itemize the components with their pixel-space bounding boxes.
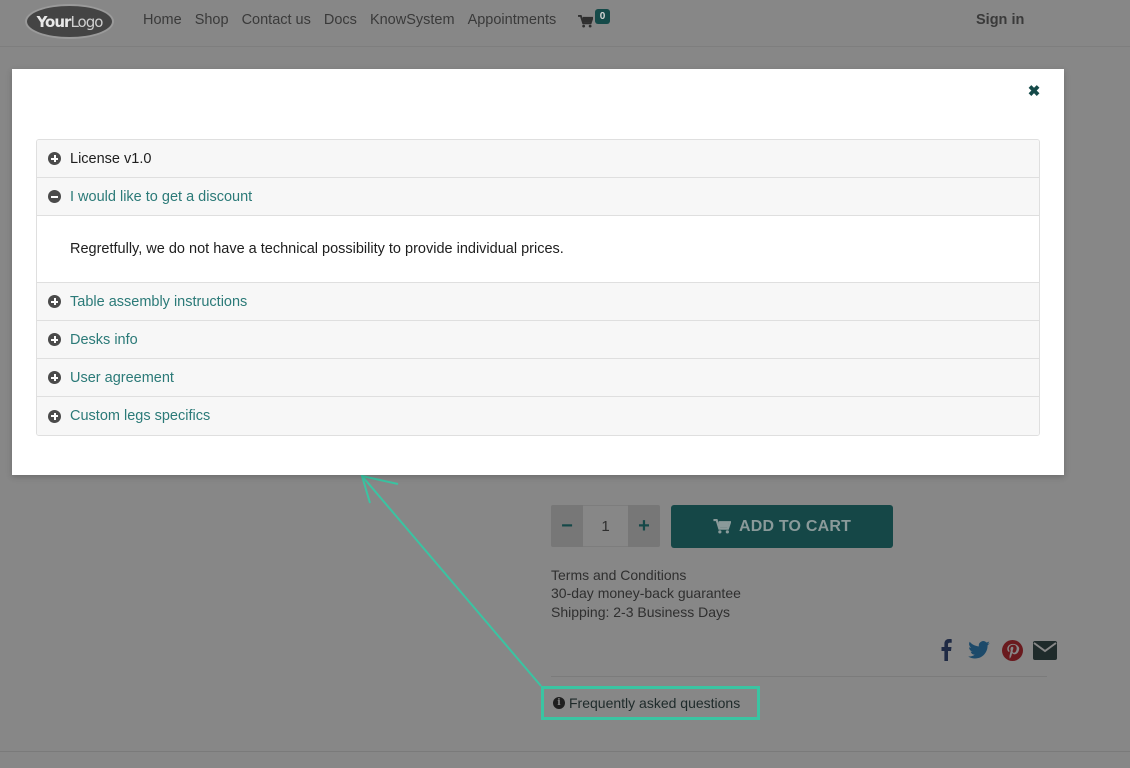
- accordion-item-title: Table assembly instructions: [70, 293, 248, 310]
- minus-circle-icon: [48, 190, 61, 203]
- accordion-item-title: Desks info: [70, 331, 138, 348]
- accordion-body-text: Regretfully, we do not have a technical …: [70, 241, 564, 257]
- cart-count-badge: 0: [595, 9, 610, 24]
- plus-icon: +: [638, 514, 650, 537]
- facebook-icon[interactable]: [934, 638, 958, 662]
- plus-circle-icon: [48, 409, 61, 423]
- nav-link-contact[interactable]: Contact us: [242, 12, 311, 28]
- close-icon[interactable]: ✖: [1024, 81, 1044, 101]
- faq-modal: ✖ License v1.0 I would like to get a dis…: [12, 69, 1064, 475]
- add-to-cart-label: ADD TO CART: [738, 517, 852, 535]
- nav-link-shop[interactable]: Shop: [195, 12, 229, 28]
- terms-link[interactable]: Terms and Conditions: [551, 566, 741, 584]
- shopping-cart-icon: [578, 15, 593, 28]
- accordion-item-title: License v1.0: [70, 150, 152, 167]
- info-icon: i: [553, 697, 565, 709]
- logo[interactable]: Your Logo: [25, 4, 114, 39]
- accordion-item-user-agreement[interactable]: User agreement: [37, 359, 1039, 397]
- twitter-icon[interactable]: [967, 638, 991, 662]
- nav-links: Home Shop Contact us Docs KnowSystem App…: [143, 12, 569, 28]
- nav-link-knowsystem[interactable]: KnowSystem: [370, 12, 455, 28]
- increase-quantity-button[interactable]: +: [628, 505, 660, 547]
- shopping-cart-icon: [713, 519, 731, 534]
- accordion-item-discount[interactable]: I would like to get a discount: [37, 178, 1039, 216]
- add-to-cart-button[interactable]: ADD TO CART: [671, 505, 893, 548]
- navbar: Your Logo Home Shop Contact us Docs KnowS…: [0, 0, 1130, 47]
- accordion-item-title: Custom legs specifics: [70, 408, 211, 424]
- faq-link[interactable]: i Frequently asked questions: [541, 686, 760, 720]
- pinterest-icon[interactable]: [1000, 638, 1024, 662]
- nav-link-home[interactable]: Home: [143, 12, 182, 28]
- minus-icon: −: [561, 514, 573, 537]
- accordion-item-title: I would like to get a discount: [70, 188, 253, 205]
- logo-text: Logo: [70, 12, 103, 31]
- plus-circle-icon: [48, 371, 61, 384]
- faq-accordion: License v1.0 I would like to get a disco…: [36, 139, 1040, 436]
- accordion-item-assembly[interactable]: Table assembly instructions: [37, 283, 1039, 321]
- nav-cart[interactable]: 0: [578, 9, 612, 34]
- sign-in-link[interactable]: Sign in: [976, 12, 1024, 28]
- quantity-input[interactable]: 1: [583, 505, 628, 547]
- accordion-item-custom-legs[interactable]: Custom legs specifics: [37, 397, 1039, 435]
- quantity-stepper: − 1 +: [551, 505, 660, 547]
- plus-circle-icon: [48, 333, 61, 346]
- nav-link-appointments[interactable]: Appointments: [468, 12, 557, 28]
- accordion-item-desks-info[interactable]: Desks info: [37, 321, 1039, 359]
- logo-bold-text: Your: [36, 12, 72, 31]
- accordion-item-discount-body: Regretfully, we do not have a technical …: [37, 216, 1039, 283]
- accordion-item-title: User agreement: [70, 369, 174, 386]
- email-icon[interactable]: [1033, 638, 1057, 662]
- faq-link-label: Frequently asked questions: [569, 695, 741, 711]
- footer-divider: [0, 751, 1130, 752]
- nav-link-docs[interactable]: Docs: [324, 12, 357, 28]
- plus-circle-icon: [48, 295, 61, 308]
- guarantee-text: 30-day money-back guarantee: [551, 585, 741, 602]
- accordion-item-license[interactable]: License v1.0: [37, 140, 1039, 178]
- plus-circle-icon: [48, 152, 61, 165]
- share-buttons: [934, 638, 1057, 662]
- terms-block: Terms and Conditions 30-day money-back g…: [551, 566, 741, 621]
- shipping-text: Shipping: 2-3 Business Days: [551, 603, 730, 620]
- divider: [551, 676, 1047, 677]
- decrease-quantity-button[interactable]: −: [551, 505, 583, 547]
